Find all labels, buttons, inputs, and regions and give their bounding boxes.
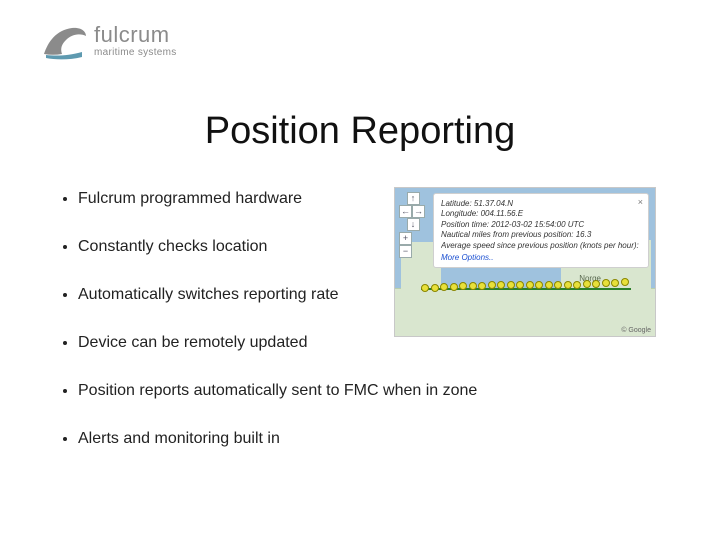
popup-more-link[interactable]: More Options..: [441, 253, 641, 262]
bullet-item: Position reports automatically sent to F…: [78, 382, 660, 400]
zoom-in-button[interactable]: +: [399, 232, 412, 245]
popup-distance: Nautical miles from previous position: 1…: [441, 230, 641, 240]
logo-word: fulcrum: [94, 24, 177, 46]
pan-up-button[interactable]: ↑: [407, 192, 420, 205]
track-point: [421, 284, 429, 292]
map-info-popup: × Latitude: 51.37.04.N Longitude: 004.11…: [433, 193, 649, 268]
track-point: [545, 281, 553, 289]
pan-right-button[interactable]: →: [412, 205, 425, 218]
zoom-out-button[interactable]: −: [399, 245, 412, 258]
logo-text: fulcrum maritime systems: [94, 24, 177, 58]
popup-latitude: Latitude: 51.37.04.N: [441, 199, 641, 209]
logo: fulcrum maritime systems: [42, 24, 177, 62]
vessel-track: [421, 282, 631, 296]
map-controls: ↑ ←→ ↓ + −: [399, 192, 427, 258]
pan-down-button[interactable]: ↓: [407, 218, 420, 231]
bullet-item: Alerts and monitoring built in: [78, 430, 660, 448]
slide: fulcrum maritime systems Position Report…: [0, 0, 720, 540]
map-credit: © Google: [621, 327, 651, 334]
logo-subtitle: maritime systems: [94, 48, 177, 58]
map-figure: Norge Suomi ↑ ←→ ↓ + − × Latitude: 51.37…: [394, 187, 656, 337]
track-point: [469, 282, 477, 290]
popup-speed: Average speed since previous position (k…: [441, 241, 641, 251]
track-point: [450, 283, 458, 291]
track-point: [602, 279, 610, 287]
track-point: [478, 282, 486, 290]
popup-time: Position time: 2012-03-02 15:54:00 UTC: [441, 220, 641, 230]
track-point: [526, 281, 534, 289]
track-point: [431, 284, 439, 292]
track-point: [592, 280, 600, 288]
track-point: [621, 278, 629, 286]
dolphin-icon: [42, 24, 88, 62]
close-icon[interactable]: ×: [638, 197, 643, 207]
popup-longitude: Longitude: 004.11.56.E: [441, 209, 641, 219]
page-title: Position Reporting: [0, 110, 720, 153]
track-point: [507, 281, 515, 289]
track-point: [611, 279, 619, 287]
pan-left-button[interactable]: ←: [399, 205, 412, 218]
